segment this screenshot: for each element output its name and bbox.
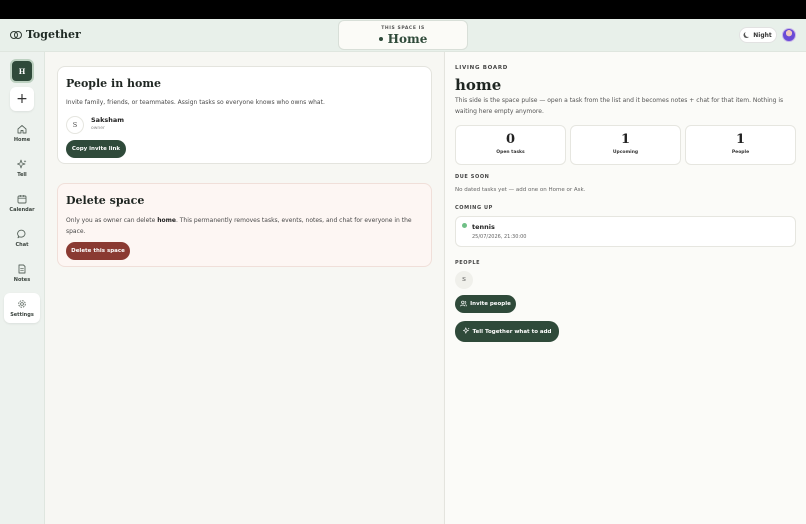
people-card-title: People in home: [66, 77, 161, 90]
moon-icon: [745, 31, 751, 37]
board-description: This side is the space pulse — open a ta…: [455, 97, 784, 115]
people-label: PEOPLE: [455, 260, 481, 266]
space-avatar-button[interactable]: H: [10, 59, 34, 83]
sidebar-item-label: Tell: [17, 172, 27, 178]
stat-label: Upcoming: [612, 150, 639, 155]
stat-value: 1: [735, 132, 746, 147]
sidebar: H + Home Tell Calendar Chat Notes Settin…: [0, 52, 45, 524]
sparkle-icon: [4, 157, 40, 170]
sparkle-icon: [462, 327, 470, 336]
sidebar-item-label: Settings: [10, 312, 34, 318]
delete-space-button[interactable]: Delete this space: [66, 242, 130, 260]
home-icon: [4, 122, 40, 135]
notes-icon: [4, 262, 40, 275]
stat-open-tasks[interactable]: 0 Open tasks: [455, 125, 566, 165]
copy-invite-link-button[interactable]: Copy invite link: [66, 140, 126, 158]
invite-people-label: Invite people: [470, 301, 511, 307]
add-space-button[interactable]: +: [10, 87, 34, 111]
stat-value: 1: [620, 132, 631, 147]
stat-label: People: [731, 150, 750, 155]
stat-people[interactable]: 1 People: [685, 125, 796, 165]
event-card[interactable]: tennis 25/07/2026, 21:30:00: [455, 216, 796, 247]
brand[interactable]: Together: [10, 28, 81, 41]
people-card: People in home Invite family, friends, o…: [57, 66, 432, 164]
space-name-row: Home: [339, 32, 467, 46]
people-card-subtitle: Invite family, friends, or teammates. As…: [66, 99, 325, 106]
sidebar-item-notes[interactable]: Notes: [4, 258, 40, 288]
sidebar-item-label: Notes: [13, 277, 31, 283]
together-logo-icon: [10, 30, 22, 40]
brand-name: Together: [26, 28, 81, 41]
header: Together THIS SPACE IS Home Night: [0, 19, 806, 52]
users-icon: [460, 300, 467, 309]
invite-people-button[interactable]: Invite people: [455, 295, 516, 313]
chat-icon: [4, 227, 40, 240]
board-title: home: [455, 76, 502, 94]
settings-main: People in home Invite family, friends, o…: [45, 52, 443, 524]
space-dot-icon: [378, 37, 383, 41]
calendar-icon: [4, 192, 40, 205]
user-avatar[interactable]: [782, 28, 796, 42]
sidebar-item-chat[interactable]: Chat: [4, 223, 40, 253]
sidebar-item-label: Chat: [15, 242, 29, 248]
member-avatar: S: [66, 116, 84, 134]
sidebar-item-label: Home: [13, 137, 31, 143]
gear-icon: [4, 297, 40, 310]
space-label: THIS SPACE IS: [381, 26, 425, 31]
night-label: Night: [753, 31, 772, 39]
sidebar-item-label: Calendar: [9, 207, 35, 213]
coming-up-label: COMING UP: [455, 205, 493, 211]
tell-together-button[interactable]: Tell Together what to add: [455, 321, 559, 342]
sidebar-item-settings[interactable]: Settings: [4, 293, 40, 323]
board-kicker: LIVING BOARD: [455, 65, 509, 71]
space-name: Home: [387, 32, 428, 46]
due-soon-label: DUE SOON: [455, 174, 490, 180]
delete-space-card: Delete space Only you as owner can delet…: [57, 183, 432, 267]
member-role: owner: [91, 126, 105, 131]
event-date: 25/07/2026, 21:30:00: [472, 234, 527, 240]
member-name: Saksham: [91, 116, 125, 124]
delete-card-title: Delete space: [66, 194, 145, 207]
stat-upcoming[interactable]: 1 Upcoming: [570, 125, 681, 165]
stat-label: Open tasks: [496, 150, 525, 155]
stat-value: 0: [505, 132, 516, 147]
person-avatar[interactable]: S: [455, 271, 473, 289]
due-soon-empty: No dated tasks yet — add one on Home or …: [455, 187, 586, 193]
night-mode-button[interactable]: Night: [739, 27, 777, 43]
sidebar-item-home[interactable]: Home: [4, 118, 40, 148]
app-window: Together THIS SPACE IS Home Night H + Ho…: [0, 19, 806, 524]
living-board-panel: LIVING BOARD home This side is the space…: [444, 52, 806, 524]
event-status-dot-icon: [462, 223, 467, 228]
event-title: tennis: [472, 223, 495, 231]
space-switcher[interactable]: THIS SPACE IS Home: [338, 20, 468, 50]
tell-together-label: Tell Together what to add: [472, 328, 552, 335]
sidebar-item-tell[interactable]: Tell: [4, 153, 40, 183]
delete-card-description: Only you as owner can delete home. This …: [66, 217, 412, 235]
top-bar: [0, 0, 806, 19]
sidebar-item-calendar[interactable]: Calendar: [4, 188, 40, 218]
